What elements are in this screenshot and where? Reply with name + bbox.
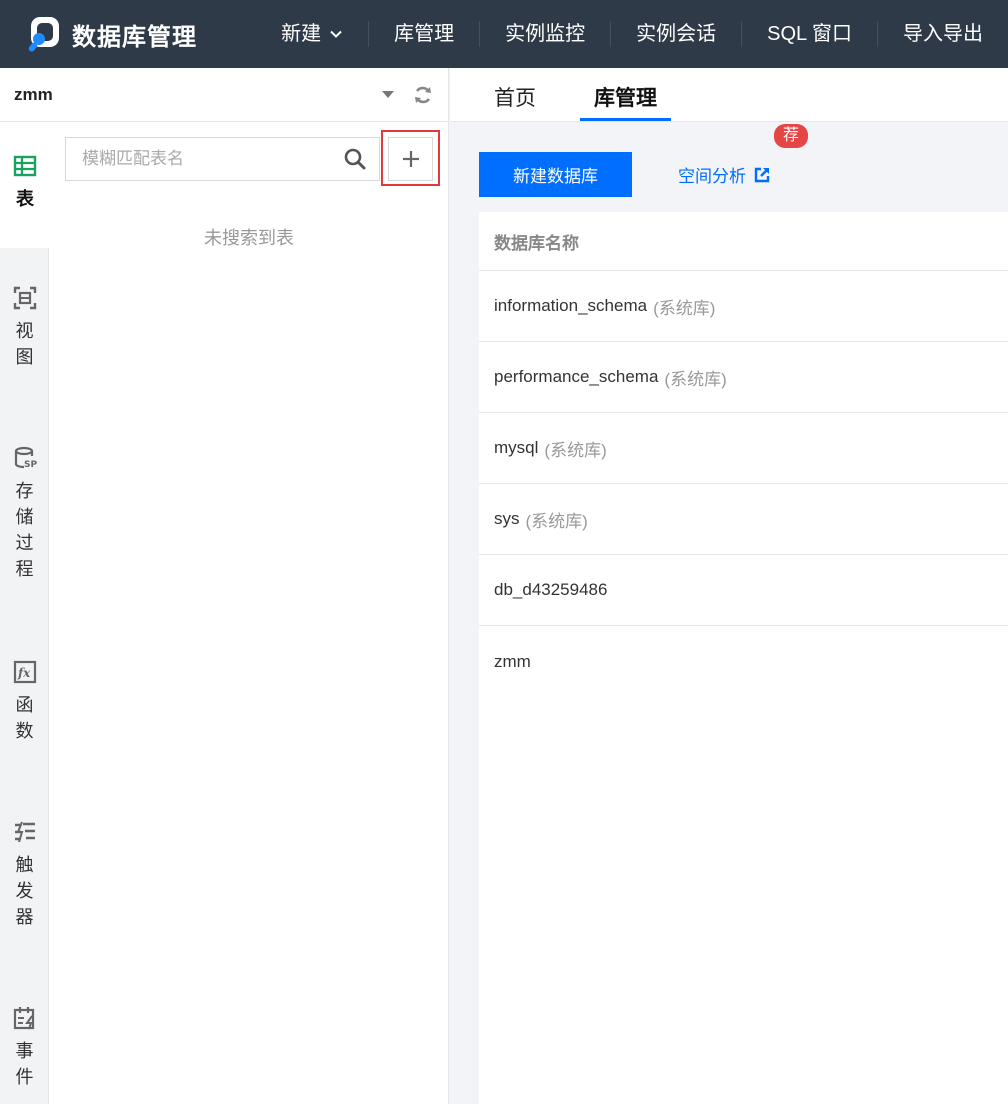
table-row[interactable]: sys (系统库) [479, 484, 1008, 555]
nav-sql-window[interactable]: SQL 窗口 [742, 21, 878, 47]
side-tab-functions[interactable]: fx 函数 [0, 660, 49, 744]
procedure-icon: SP [14, 446, 37, 470]
table-row[interactable]: performance_schema (系统库) [479, 342, 1008, 413]
side-tab-tables[interactable]: 表 [0, 122, 50, 248]
database-name: db_d43259486 [494, 580, 608, 599]
svg-text:fx: fx [17, 666, 31, 680]
table-row[interactable]: information_schema (系统库) [479, 271, 1008, 342]
top-nav: 新建 库管理 实例监控 实例会话 SQL 窗口 导入导出 [256, 0, 1008, 68]
column-database-name: 数据库名称 [494, 233, 579, 253]
tab-home[interactable]: 首页 [480, 67, 550, 121]
table-row[interactable]: zmm [479, 626, 1008, 697]
side-tab-label: 存储过程 [15, 481, 34, 579]
table-search [65, 137, 380, 181]
side-tab-label: 表 [16, 189, 34, 209]
system-db-tag: (系统库) [664, 369, 727, 389]
side-tab-events[interactable]: 事件 [0, 1006, 49, 1090]
side-tab-label: 事件 [15, 1041, 34, 1087]
caret-down-icon[interactable] [382, 91, 394, 98]
table-icon [13, 155, 37, 177]
svg-text:SP: SP [24, 460, 37, 470]
object-type-tabs: 表 视图 SP 存储过程 fx 函数 触发器 事件 [0, 122, 50, 1104]
database-name: information_schema [494, 296, 648, 315]
trigger-icon [14, 821, 35, 843]
space-analysis-label: 空间分析 [678, 167, 746, 186]
plus-icon [402, 151, 419, 167]
app-logo[interactable]: 数据库管理 [0, 15, 256, 53]
table-search-input[interactable] [66, 138, 343, 180]
system-db-tag: (系统库) [525, 511, 588, 531]
nav-instance-session[interactable]: 实例会话 [611, 21, 743, 47]
nav-db-management[interactable]: 库管理 [369, 21, 481, 47]
database-selector[interactable]: zmm [0, 68, 448, 122]
app-title: 数据库管理 [72, 23, 197, 51]
empty-table-message: 未搜索到表 [204, 228, 294, 248]
view-icon [13, 286, 36, 310]
table-row[interactable]: db_d43259486 [479, 555, 1008, 626]
side-tab-views[interactable]: 视图 [0, 286, 49, 370]
database-name: performance_schema [494, 367, 659, 386]
selected-database: zmm [14, 84, 53, 104]
search-icon[interactable] [343, 147, 367, 171]
side-tab-triggers[interactable]: 触发器 [0, 820, 49, 930]
add-table-button[interactable] [388, 137, 433, 181]
main-panel: 首页 库管理 新建数据库 空间分析 荐 数据库名称 information_sc… [450, 68, 1008, 1104]
chevron-down-icon [330, 30, 342, 38]
side-tab-label: 触发器 [15, 855, 34, 927]
side-tab-label: 视图 [15, 321, 34, 367]
toolbar: 新建数据库 空间分析 荐 [479, 124, 808, 197]
database-name: sys [494, 509, 520, 528]
space-analysis-link[interactable]: 空间分析 荐 [678, 124, 808, 187]
system-db-tag: (系统库) [653, 298, 716, 318]
event-icon [13, 1007, 34, 1030]
nav-new-label: 新建 [281, 23, 322, 45]
recommend-badge: 荐 [774, 124, 808, 148]
database-logo-icon [28, 17, 59, 52]
top-bar: 数据库管理 新建 库管理 实例监控 实例会话 SQL 窗口 导入导出 [0, 0, 1008, 68]
table-header: 数据库名称 [479, 212, 1008, 271]
function-icon: fx [13, 660, 36, 684]
nav-instance-monitor[interactable]: 实例监控 [480, 21, 612, 47]
external-link-icon [754, 167, 770, 182]
nav-new[interactable]: 新建 [256, 21, 370, 47]
nav-import-export[interactable]: 导入导出 [878, 21, 1008, 47]
table-row[interactable]: mysql (系统库) [479, 413, 1008, 484]
side-tab-procedures[interactable]: SP 存储过程 [0, 446, 49, 582]
tab-db-management[interactable]: 库管理 [580, 67, 671, 121]
database-name: mysql [494, 438, 539, 457]
system-db-tag: (系统库) [544, 440, 607, 460]
side-tab-label: 函数 [15, 695, 34, 741]
object-browser: zmm 表 视图 SP 存储过程 fx 函数 触发器 事件 模糊匹配表名 未搜索… [0, 68, 449, 1104]
main-tabs: 首页 库管理 [450, 68, 1008, 122]
database-name: zmm [494, 651, 531, 671]
create-database-button[interactable]: 新建数据库 [479, 152, 632, 197]
refresh-icon[interactable] [412, 84, 434, 106]
database-table: 数据库名称 information_schema (系统库) performanc… [479, 212, 1008, 1104]
